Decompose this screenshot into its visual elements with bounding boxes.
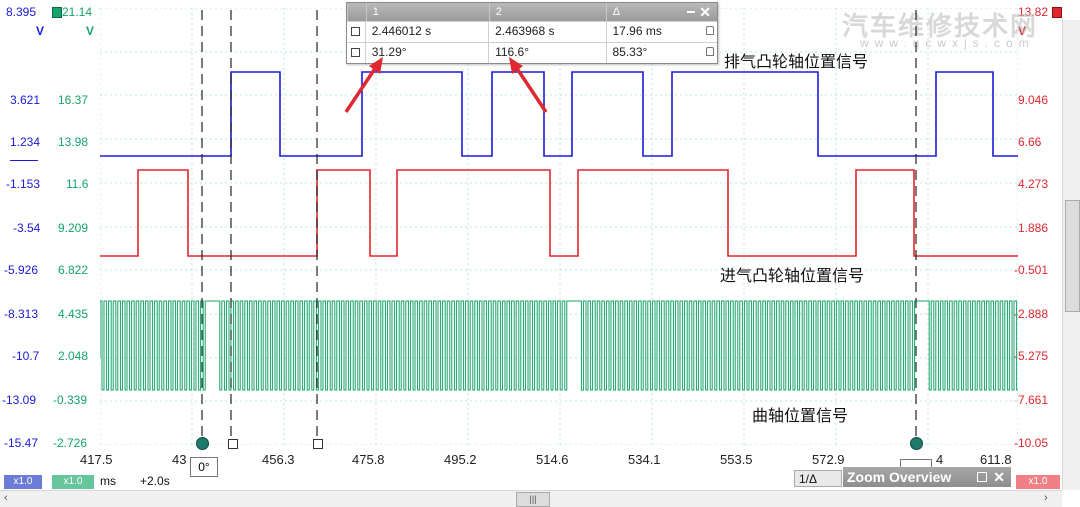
- scale-red-button[interactable]: x1.0: [1016, 475, 1060, 489]
- zoom-overview-title: Zoom Overview: [847, 469, 952, 485]
- page-indicator[interactable]: 1/Δ: [794, 470, 842, 487]
- time-offset: +2.0s: [140, 474, 170, 488]
- scale-green-button[interactable]: x1.0: [52, 475, 94, 489]
- crank-label: 曲轴位置信号: [752, 406, 849, 425]
- scroll-left-icon[interactable]: ‹: [4, 492, 8, 504]
- annotation-arrows: [344, 57, 548, 113]
- scale-blue-button[interactable]: x1.0: [4, 475, 42, 489]
- page-label: 1/Δ: [799, 472, 818, 486]
- zoom-overview-panel[interactable]: Zoom Overview ✕: [843, 467, 1011, 487]
- scroll-thumb[interactable]: |||: [516, 492, 550, 507]
- vscroll-thumb[interactable]: [1065, 200, 1080, 312]
- arrow-to-angle-1: [344, 63, 380, 113]
- exhaust-cam-label: 排气凸轮轴位置信号: [724, 52, 869, 71]
- scroll-right-icon[interactable]: ›: [1044, 492, 1048, 504]
- intake-cam-label: 进气凸轮轴位置信号: [720, 266, 865, 285]
- restore-icon[interactable]: [977, 472, 987, 482]
- vertical-scrollbar[interactable]: [1062, 20, 1080, 490]
- horizontal-scrollbar[interactable]: ‹ ||| ›: [0, 490, 1062, 507]
- close-icon[interactable]: ✕: [993, 467, 1005, 487]
- time-unit: ms: [100, 474, 116, 488]
- arrow-to-angle-2: [512, 63, 548, 113]
